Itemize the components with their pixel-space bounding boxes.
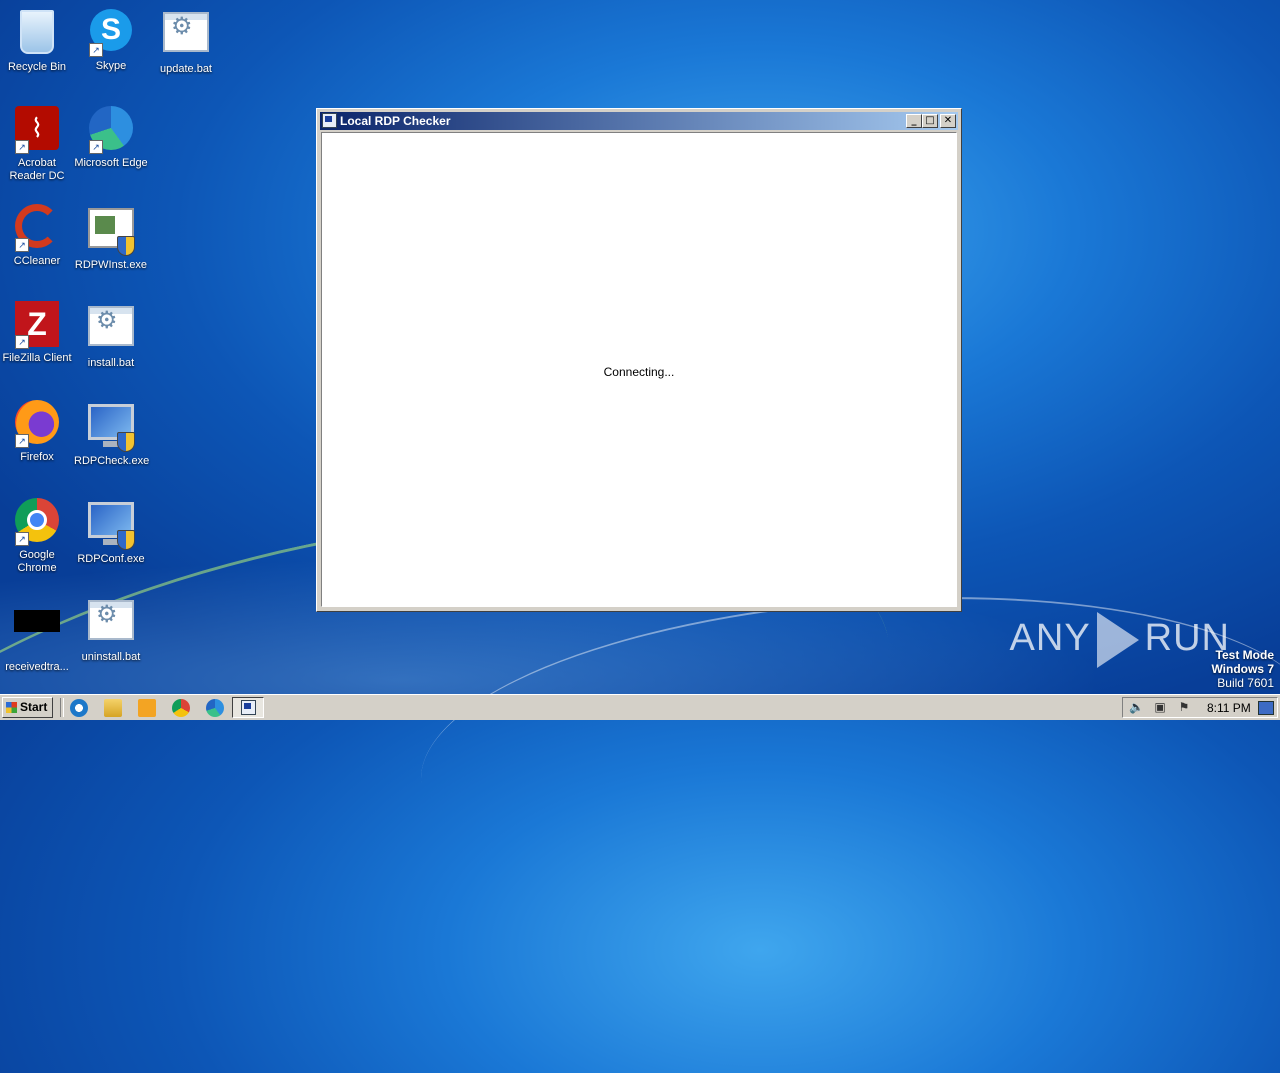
- window-titlebar[interactable]: Local RDP Checker _ □ ✕: [320, 112, 958, 130]
- taskbar-button-rdp-checker[interactable]: [232, 697, 264, 718]
- desktop-icon-ccleaner[interactable]: ↗ CCleaner: [0, 202, 74, 268]
- desktop-icon-acrobat[interactable]: ⌇ ↗ Acrobat Reader DC: [0, 104, 74, 183]
- uac-shield-icon: [117, 236, 135, 256]
- batch-file-icon: [87, 306, 135, 354]
- shortcut-arrow-icon: ↗: [89, 140, 103, 154]
- shortcut-arrow-icon: ↗: [15, 434, 29, 448]
- window-title: Local RDP Checker: [340, 114, 451, 128]
- desktop-icon-firefox[interactable]: ↗ Firefox: [0, 398, 74, 464]
- batch-file-icon: [87, 600, 135, 648]
- desktop-icon-label: FileZilla Client: [2, 352, 72, 364]
- action-center-flag-icon[interactable]: ⚑: [1177, 701, 1191, 714]
- taskbar-separator: [60, 698, 64, 717]
- firefox-icon: ↗: [13, 400, 61, 448]
- rdp-monitor-icon: [87, 502, 135, 550]
- taskbar: Start 🔈 ▣ ⚑ 8:11 PM: [0, 694, 1280, 720]
- desktop-icon-label: Recycle Bin: [7, 61, 67, 73]
- desktop-icon-uninstall-bat[interactable]: uninstall.bat: [74, 594, 148, 664]
- file-explorer-icon[interactable]: [104, 699, 122, 717]
- desktop-icon-rdpwinst[interactable]: RDPWInst.exe: [74, 202, 148, 272]
- shortcut-arrow-icon: ↗: [15, 140, 29, 154]
- clock[interactable]: 8:11 PM: [1207, 701, 1251, 715]
- anyrun-watermark: ANY RUN: [1010, 612, 1230, 668]
- test-mode-info: Test Mode Windows 7 Build 7601: [1211, 648, 1274, 690]
- edge-icon: ↗: [87, 106, 135, 154]
- recycle-bin-icon: [13, 10, 61, 58]
- os-version-label: Windows 7: [1211, 662, 1274, 676]
- system-tray: 🔈 ▣ ⚑ 8:11 PM: [1122, 697, 1278, 718]
- desktop-icon-label: receivedtra...: [5, 661, 69, 673]
- start-label: Start: [20, 700, 48, 714]
- desktop-icon-label: RDPCheck.exe: [74, 455, 150, 467]
- batch-file-icon: [162, 12, 210, 60]
- connection-status-text: Connecting...: [603, 365, 675, 379]
- window-client-area: Connecting...: [321, 132, 957, 607]
- chrome-icon: ↗: [13, 498, 61, 546]
- ccleaner-icon: ↗: [13, 204, 61, 252]
- installer-icon: [87, 208, 135, 256]
- desktop-icon-label: Microsoft Edge: [74, 157, 148, 169]
- rdp-checker-window[interactable]: Local RDP Checker _ □ ✕ Connecting...: [316, 108, 962, 612]
- desktop-icon-label: RDPConf.exe: [77, 553, 145, 565]
- desktop-icon-rdpconf[interactable]: RDPConf.exe: [74, 496, 148, 566]
- desktop-icon-rdpcheck[interactable]: RDPCheck.exe: [74, 398, 150, 468]
- start-button[interactable]: Start: [2, 697, 53, 718]
- shortcut-arrow-icon: ↗: [15, 238, 29, 252]
- desktop-icon-label: Firefox: [20, 451, 54, 463]
- watermark-left: ANY: [1009, 617, 1091, 660]
- shortcut-arrow-icon: ↗: [15, 532, 29, 546]
- filezilla-icon: Z ↗: [13, 301, 61, 349]
- desktop-icon-edge[interactable]: ↗ Microsoft Edge: [74, 104, 148, 170]
- windows-flag-icon: [6, 702, 17, 713]
- rdp-app-icon: [241, 700, 256, 715]
- minimize-button[interactable]: _: [906, 114, 922, 128]
- desktop-icon-recycle-bin[interactable]: Recycle Bin: [0, 6, 74, 74]
- desktop-icon-skype[interactable]: S ↗ Skype: [74, 6, 148, 73]
- build-label: Build 7601: [1217, 676, 1274, 690]
- acrobat-icon: ⌇ ↗: [13, 106, 61, 154]
- internet-explorer-icon[interactable]: [70, 699, 88, 717]
- uac-shield-icon: [117, 530, 135, 550]
- skype-icon: S ↗: [87, 9, 135, 57]
- media-player-icon[interactable]: [138, 699, 156, 717]
- shortcut-arrow-icon: ↗: [89, 43, 103, 57]
- test-mode-label: Test Mode: [1215, 648, 1274, 662]
- desktop-icon-label: update.bat: [160, 63, 212, 75]
- speaker-icon[interactable]: 🔈: [1129, 701, 1144, 714]
- rdp-monitor-icon: [87, 404, 135, 452]
- desktop-icon-install-bat[interactable]: install.bat: [74, 300, 148, 370]
- network-icon[interactable]: ▣: [1153, 701, 1167, 714]
- show-desktop-icon[interactable]: [1258, 701, 1274, 715]
- play-logo-icon: [1096, 612, 1139, 668]
- desktop-icon-filezilla[interactable]: Z ↗ FileZilla Client: [0, 300, 74, 365]
- desktop-icon-label: RDPWInst.exe: [74, 259, 148, 271]
- desktop-icon-receivedtra[interactable]: receivedtra...: [0, 594, 74, 674]
- desktop-icon-label: uninstall.bat: [81, 651, 141, 663]
- black-file-icon: [13, 610, 61, 658]
- desktop-icon-chrome[interactable]: ↗ Google Chrome: [0, 496, 74, 575]
- desktop-icon-update-bat[interactable]: update.bat: [149, 6, 223, 76]
- desktop-icon-label: install.bat: [87, 357, 135, 369]
- edge-icon[interactable]: [206, 699, 224, 717]
- desktop-icon-label: Skype: [95, 60, 127, 72]
- shortcut-arrow-icon: ↗: [15, 335, 29, 349]
- uac-shield-icon: [117, 432, 135, 452]
- desktop-icon-label: Acrobat Reader DC: [9, 157, 65, 182]
- rdp-app-icon[interactable]: [322, 113, 337, 128]
- desktop-icon-label: Google Chrome: [17, 549, 57, 574]
- close-button[interactable]: ✕: [940, 114, 956, 128]
- maximize-button[interactable]: □: [922, 114, 938, 128]
- desktop-icon-label: CCleaner: [13, 255, 61, 267]
- chrome-icon[interactable]: [172, 699, 190, 717]
